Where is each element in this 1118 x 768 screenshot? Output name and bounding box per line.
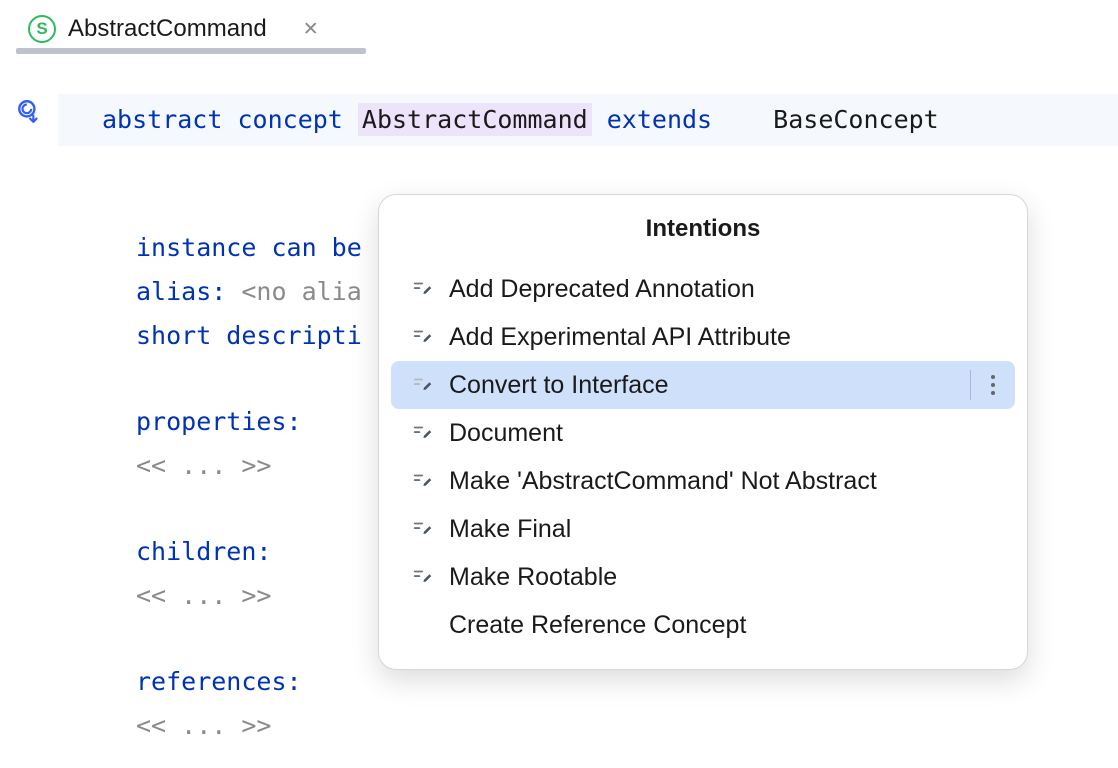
references-placeholder[interactable]: << ... >> — [136, 704, 1118, 748]
intention-pen-icon — [411, 613, 435, 637]
editor-tab[interactable]: S AbstractCommand ✕ — [28, 15, 319, 43]
intention-label: Add Experimental API Attribute — [449, 323, 791, 352]
base-concept-name[interactable]: BaseConcept — [773, 105, 939, 134]
intention-label: Convert to Interface — [449, 371, 669, 400]
concept-declaration[interactable]: abstract concept AbstractCommand extends… — [58, 94, 1118, 146]
intention-item[interactable]: Add Deprecated Annotation — [391, 265, 1015, 313]
override-icon[interactable] — [16, 98, 42, 124]
tab-bar: S AbstractCommand ✕ — [0, 0, 1118, 54]
intention-label: Create Reference Concept — [449, 611, 746, 640]
extends-keyword: extends — [607, 105, 712, 134]
abstract-keyword: abstract — [102, 105, 222, 134]
intention-item[interactable]: Make Final — [391, 505, 1015, 553]
intention-pen-icon — [411, 277, 435, 301]
intention-label: Make Rootable — [449, 563, 617, 592]
intention-item[interactable]: Create Reference Concept — [391, 601, 1015, 649]
intention-pen-icon — [411, 325, 435, 349]
editor-area: abstract concept AbstractCommand extends… — [0, 54, 1118, 748]
intention-item[interactable]: Add Experimental API Attribute — [391, 313, 1015, 361]
intention-item[interactable]: Document — [391, 409, 1015, 457]
intention-pen-icon — [411, 517, 435, 541]
intention-list: Add Deprecated Annotation Add Experiment… — [391, 265, 1015, 649]
intention-pen-icon — [411, 421, 435, 445]
close-tab-icon[interactable]: ✕ — [303, 18, 319, 41]
structure-s-icon: S — [28, 15, 56, 43]
intention-label: Document — [449, 419, 563, 448]
intentions-popup: Intentions Add Deprecated Annotation Add… — [378, 194, 1028, 670]
intention-item[interactable]: Convert to Interface — [391, 361, 1015, 409]
tab-title: AbstractCommand — [68, 15, 267, 43]
intention-label: Make 'AbstractCommand' Not Abstract — [449, 467, 877, 496]
intention-pen-icon — [411, 373, 435, 397]
intention-pen-icon — [411, 469, 435, 493]
intention-label: Add Deprecated Annotation — [449, 275, 755, 304]
concept-name[interactable]: AbstractCommand — [358, 103, 592, 136]
concept-keyword: concept — [237, 105, 342, 134]
intentions-title: Intentions — [391, 215, 1015, 243]
intention-item[interactable]: Make Rootable — [391, 553, 1015, 601]
intention-label: Make Final — [449, 515, 571, 544]
gutter — [0, 54, 58, 748]
more-options-icon[interactable] — [970, 370, 995, 400]
intention-item[interactable]: Make 'AbstractCommand' Not Abstract — [391, 457, 1015, 505]
intention-pen-icon — [411, 565, 435, 589]
